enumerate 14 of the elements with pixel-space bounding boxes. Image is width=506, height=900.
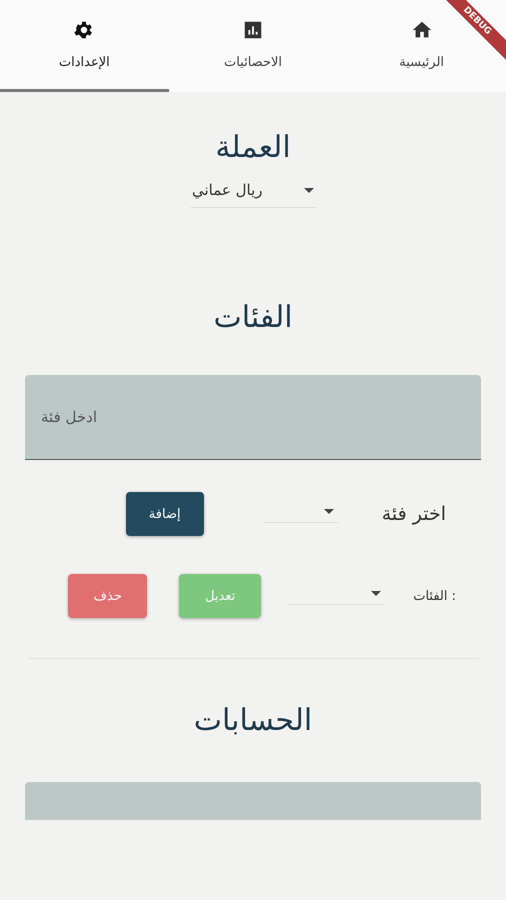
field-label: الفئات :: [413, 588, 456, 604]
section-title: العملة: [214, 130, 292, 165]
section-title: الحسابات: [192, 703, 314, 738]
tab[interactable]: الإعدادات: [0, 0, 169, 92]
caret-icon: [371, 591, 382, 596]
caret-icon: [304, 188, 314, 192]
section-title: الفئات: [212, 300, 294, 335]
input-field[interactable]: [25, 782, 481, 820]
input-field[interactable]: ادخل فئة: [25, 375, 481, 460]
caret-icon: [324, 509, 334, 514]
add-button[interactable]: إضافة: [126, 492, 204, 536]
currency-dropdown[interactable]: ريال عماني: [190, 177, 316, 208]
tab[interactable]: الاحصائيات: [168, 0, 338, 92]
field-label: اختر فئة: [382, 503, 446, 525]
